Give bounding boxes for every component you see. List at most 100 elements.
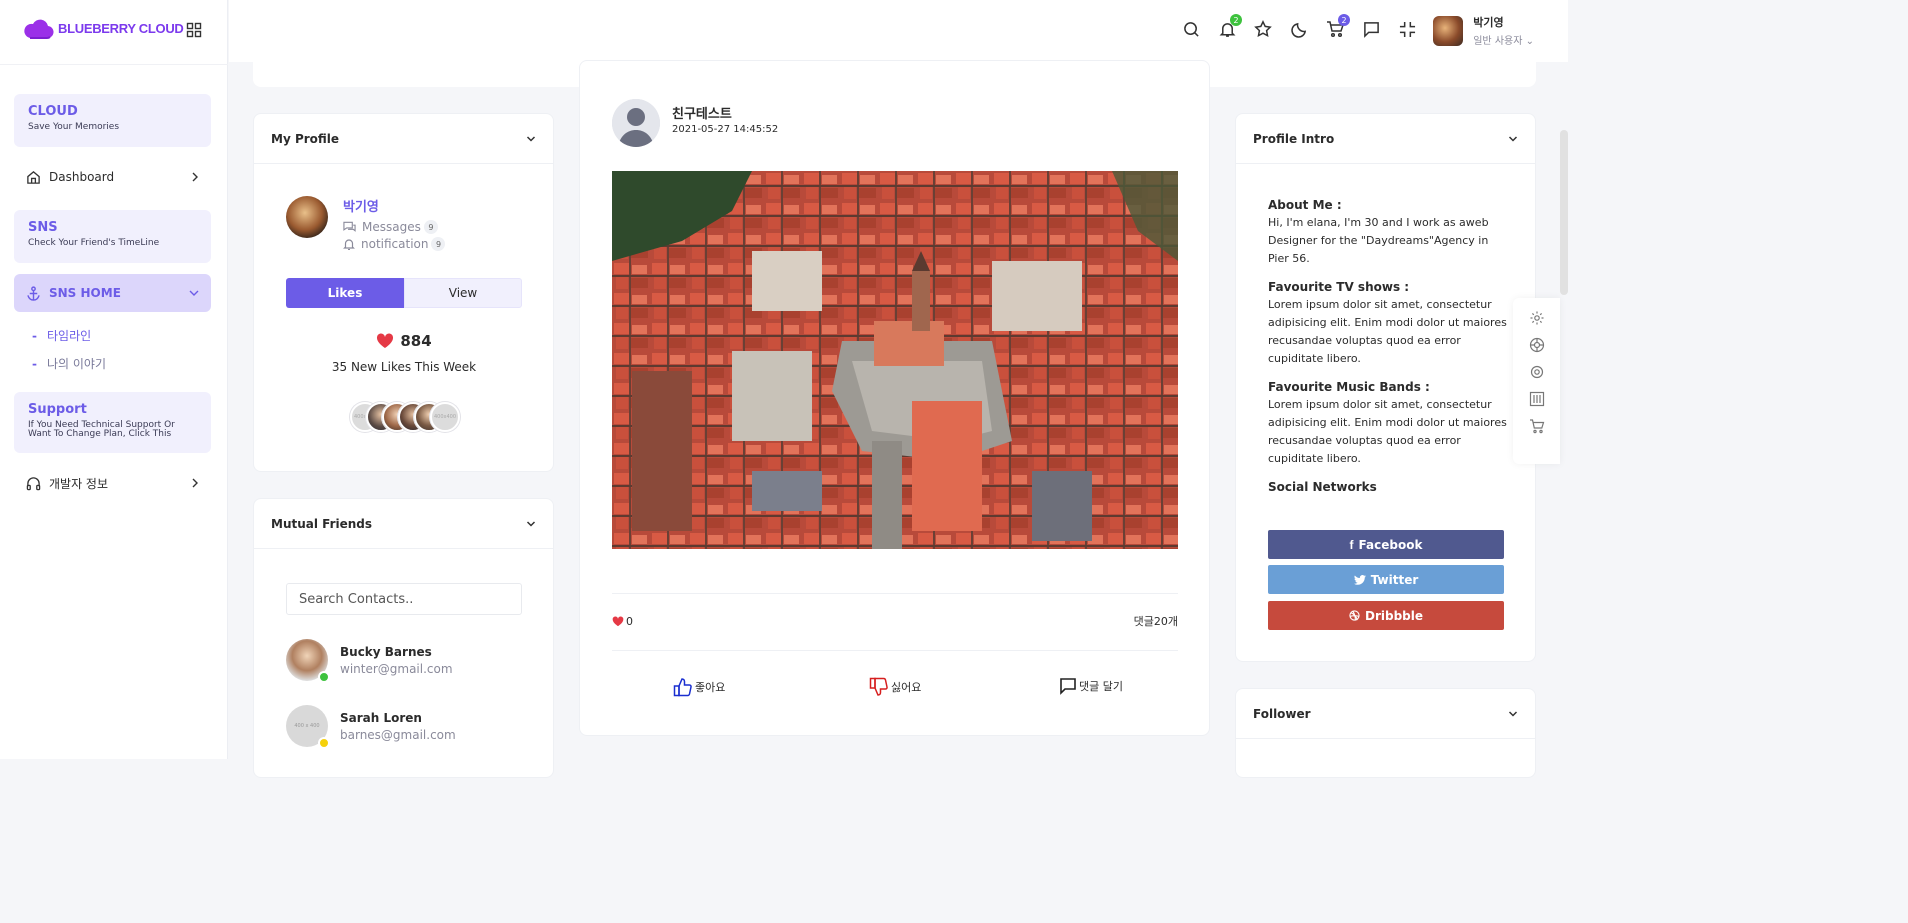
apps-grid-icon[interactable] <box>186 22 202 38</box>
card-header[interactable]: Follower <box>1236 689 1535 739</box>
sidebar-item-sns-home[interactable]: SNS HOME <box>14 274 211 312</box>
friend-email: barnes@gmail.com <box>340 727 456 742</box>
messages-link[interactable]: Messages 9 <box>343 220 438 234</box>
friend-email: winter@gmail.com <box>340 661 453 676</box>
likes-button[interactable]: Likes <box>286 278 404 308</box>
star-icon[interactable] <box>1252 18 1274 40</box>
view-button[interactable]: View <box>404 278 522 308</box>
friend-info: Sarah Loren barnes@gmail.com <box>340 711 456 742</box>
messages-label: Messages <box>362 220 421 234</box>
friend-name: Sarah Loren <box>340 710 422 725</box>
card-title: My Profile <box>271 131 340 146</box>
avatar-placeholder-text: 400x400 <box>433 414 457 420</box>
post-comment-count[interactable]: 댓글20개 <box>1134 613 1178 629</box>
moon-icon[interactable] <box>1288 18 1310 40</box>
twitter-label: Twitter <box>1370 572 1419 587</box>
topbar: 2 2 박기영 일반 사용자 ⌄ <box>229 0 1568 62</box>
facebook-label: Facebook <box>1358 537 1423 552</box>
sidebar-item-label: Dashboard <box>49 170 115 184</box>
user-role: 일반 사용자 ⌄ <box>1473 32 1534 47</box>
about-text: Hi, I'm elana, I'm 30 and I work as aweb… <box>1268 216 1489 265</box>
comment-icon <box>1060 678 1076 695</box>
dribbble-button[interactable]: Dribbble <box>1268 601 1504 630</box>
scrollbar[interactable] <box>1560 130 1568 295</box>
sidebar-item-label: 개발자 정보 <box>49 476 109 491</box>
notification-link[interactable]: notification 9 <box>343 237 446 251</box>
dribbble-icon <box>1349 610 1360 621</box>
avatar: 400x400 <box>430 402 460 432</box>
card-header[interactable]: My Profile <box>254 114 553 164</box>
bullet-dash: - <box>32 356 37 371</box>
gear-icon[interactable] <box>1529 310 1545 326</box>
cart-icon[interactable]: 2 <box>1324 14 1350 40</box>
cart-icon[interactable] <box>1529 418 1545 434</box>
search-icon[interactable] <box>1180 18 1202 40</box>
sidebar-item-dashboard[interactable]: Dashboard <box>14 158 211 196</box>
dislike-button[interactable]: 싫어요 <box>869 677 921 697</box>
friend-item[interactable]: Bucky Barnes winter@gmail.com <box>286 639 453 683</box>
about-title: About Me : <box>1268 198 1342 212</box>
subitem-label: 타임라인 <box>46 329 92 343</box>
gear-icon[interactable] <box>1529 364 1545 380</box>
twitter-icon <box>1353 574 1366 585</box>
profile-avatar <box>286 196 328 238</box>
avatar <box>286 639 330 683</box>
search-contacts-input[interactable] <box>286 583 522 615</box>
facebook-button[interactable]: f Facebook <box>1268 530 1504 559</box>
home-icon <box>27 170 40 184</box>
sidebar-subitem-my-story[interactable]: - 나의 이야기 <box>32 355 106 372</box>
avatar <box>1433 15 1464 46</box>
thumbs-up-icon <box>673 678 692 697</box>
chevron-right-icon <box>192 172 198 182</box>
like-button[interactable]: 좋아요 <box>673 677 725 697</box>
dislike-label: 싫어요 <box>891 681 922 694</box>
post-image[interactable] <box>612 171 1178 549</box>
anchor-icon <box>27 285 40 301</box>
friend-item[interactable]: 400 x 400 Sarah Loren barnes@gmail.com <box>286 705 456 749</box>
messages-count: 9 <box>423 220 438 234</box>
sidebar-subitem-timeline[interactable]: - 타임라인 <box>32 327 91 344</box>
brand-name: BLUEBERRY CLOUD <box>58 20 184 36</box>
thumbs-down-icon <box>869 677 888 696</box>
dribbble-label: Dribbble <box>1364 608 1423 623</box>
divider <box>612 650 1178 651</box>
post-author-name[interactable]: 친구테스트 <box>672 103 732 122</box>
bell-icon[interactable]: 2 <box>1216 14 1242 40</box>
sns-section-card: SNS Check Your Friend's TimeLine <box>14 210 211 263</box>
logo[interactable]: BLUEBERRY CLOUD <box>22 16 184 40</box>
sliders-icon[interactable] <box>1529 391 1545 407</box>
support-title: Support <box>28 402 87 417</box>
status-dot <box>318 671 330 683</box>
cart-badge: 2 <box>1338 14 1350 26</box>
post-author-avatar[interactable] <box>612 99 660 147</box>
chevron-down-icon <box>526 520 536 527</box>
notification-label: notification <box>361 237 429 251</box>
sns-subtitle: Check Your Friend's TimeLine <box>28 238 160 248</box>
user-name: 박기영 <box>1473 16 1504 29</box>
support-subtitle-line2: Want To Change Plan, Click This <box>28 429 172 439</box>
chevron-down-icon <box>1508 135 1518 142</box>
profile-name[interactable]: 박기영 <box>343 196 379 215</box>
social-title: Social Networks <box>1268 480 1377 494</box>
sidebar: BLUEBERRY CLOUD CLOUD Save Your Memories… <box>0 0 228 759</box>
palette-icon[interactable] <box>1529 337 1545 353</box>
topbar-icons: 2 2 <box>1180 14 1418 40</box>
card-header[interactable]: Mutual Friends <box>254 499 553 549</box>
sidebar-item-developer-info[interactable]: 개발자 정보 <box>14 464 211 502</box>
friend-name: Bucky Barnes <box>340 644 432 659</box>
follower-card: Follower <box>1235 688 1536 778</box>
music-title: Favourite Music Bands : <box>1268 380 1430 394</box>
compress-icon[interactable] <box>1396 18 1418 40</box>
avatar-placeholder-text: 400 x 400 <box>294 723 320 729</box>
comment-button[interactable]: 댓글 달기 <box>1059 677 1123 695</box>
support-section-card[interactable]: Support If You Need Technical Support Or… <box>14 392 211 453</box>
likes-count: 884 <box>400 332 432 350</box>
friend-info: Bucky Barnes winter@gmail.com <box>340 645 453 676</box>
twitter-button[interactable]: Twitter <box>1268 565 1504 594</box>
user-menu[interactable]: 박기영 일반 사용자 ⌄ <box>1433 14 1534 47</box>
chevron-right-icon <box>192 478 198 488</box>
comment-label: 댓글 달기 <box>1079 680 1123 693</box>
message-icon[interactable] <box>1360 18 1382 40</box>
card-header[interactable]: Profile Intro <box>1236 114 1535 164</box>
likes-summary: 884 <box>254 332 554 350</box>
